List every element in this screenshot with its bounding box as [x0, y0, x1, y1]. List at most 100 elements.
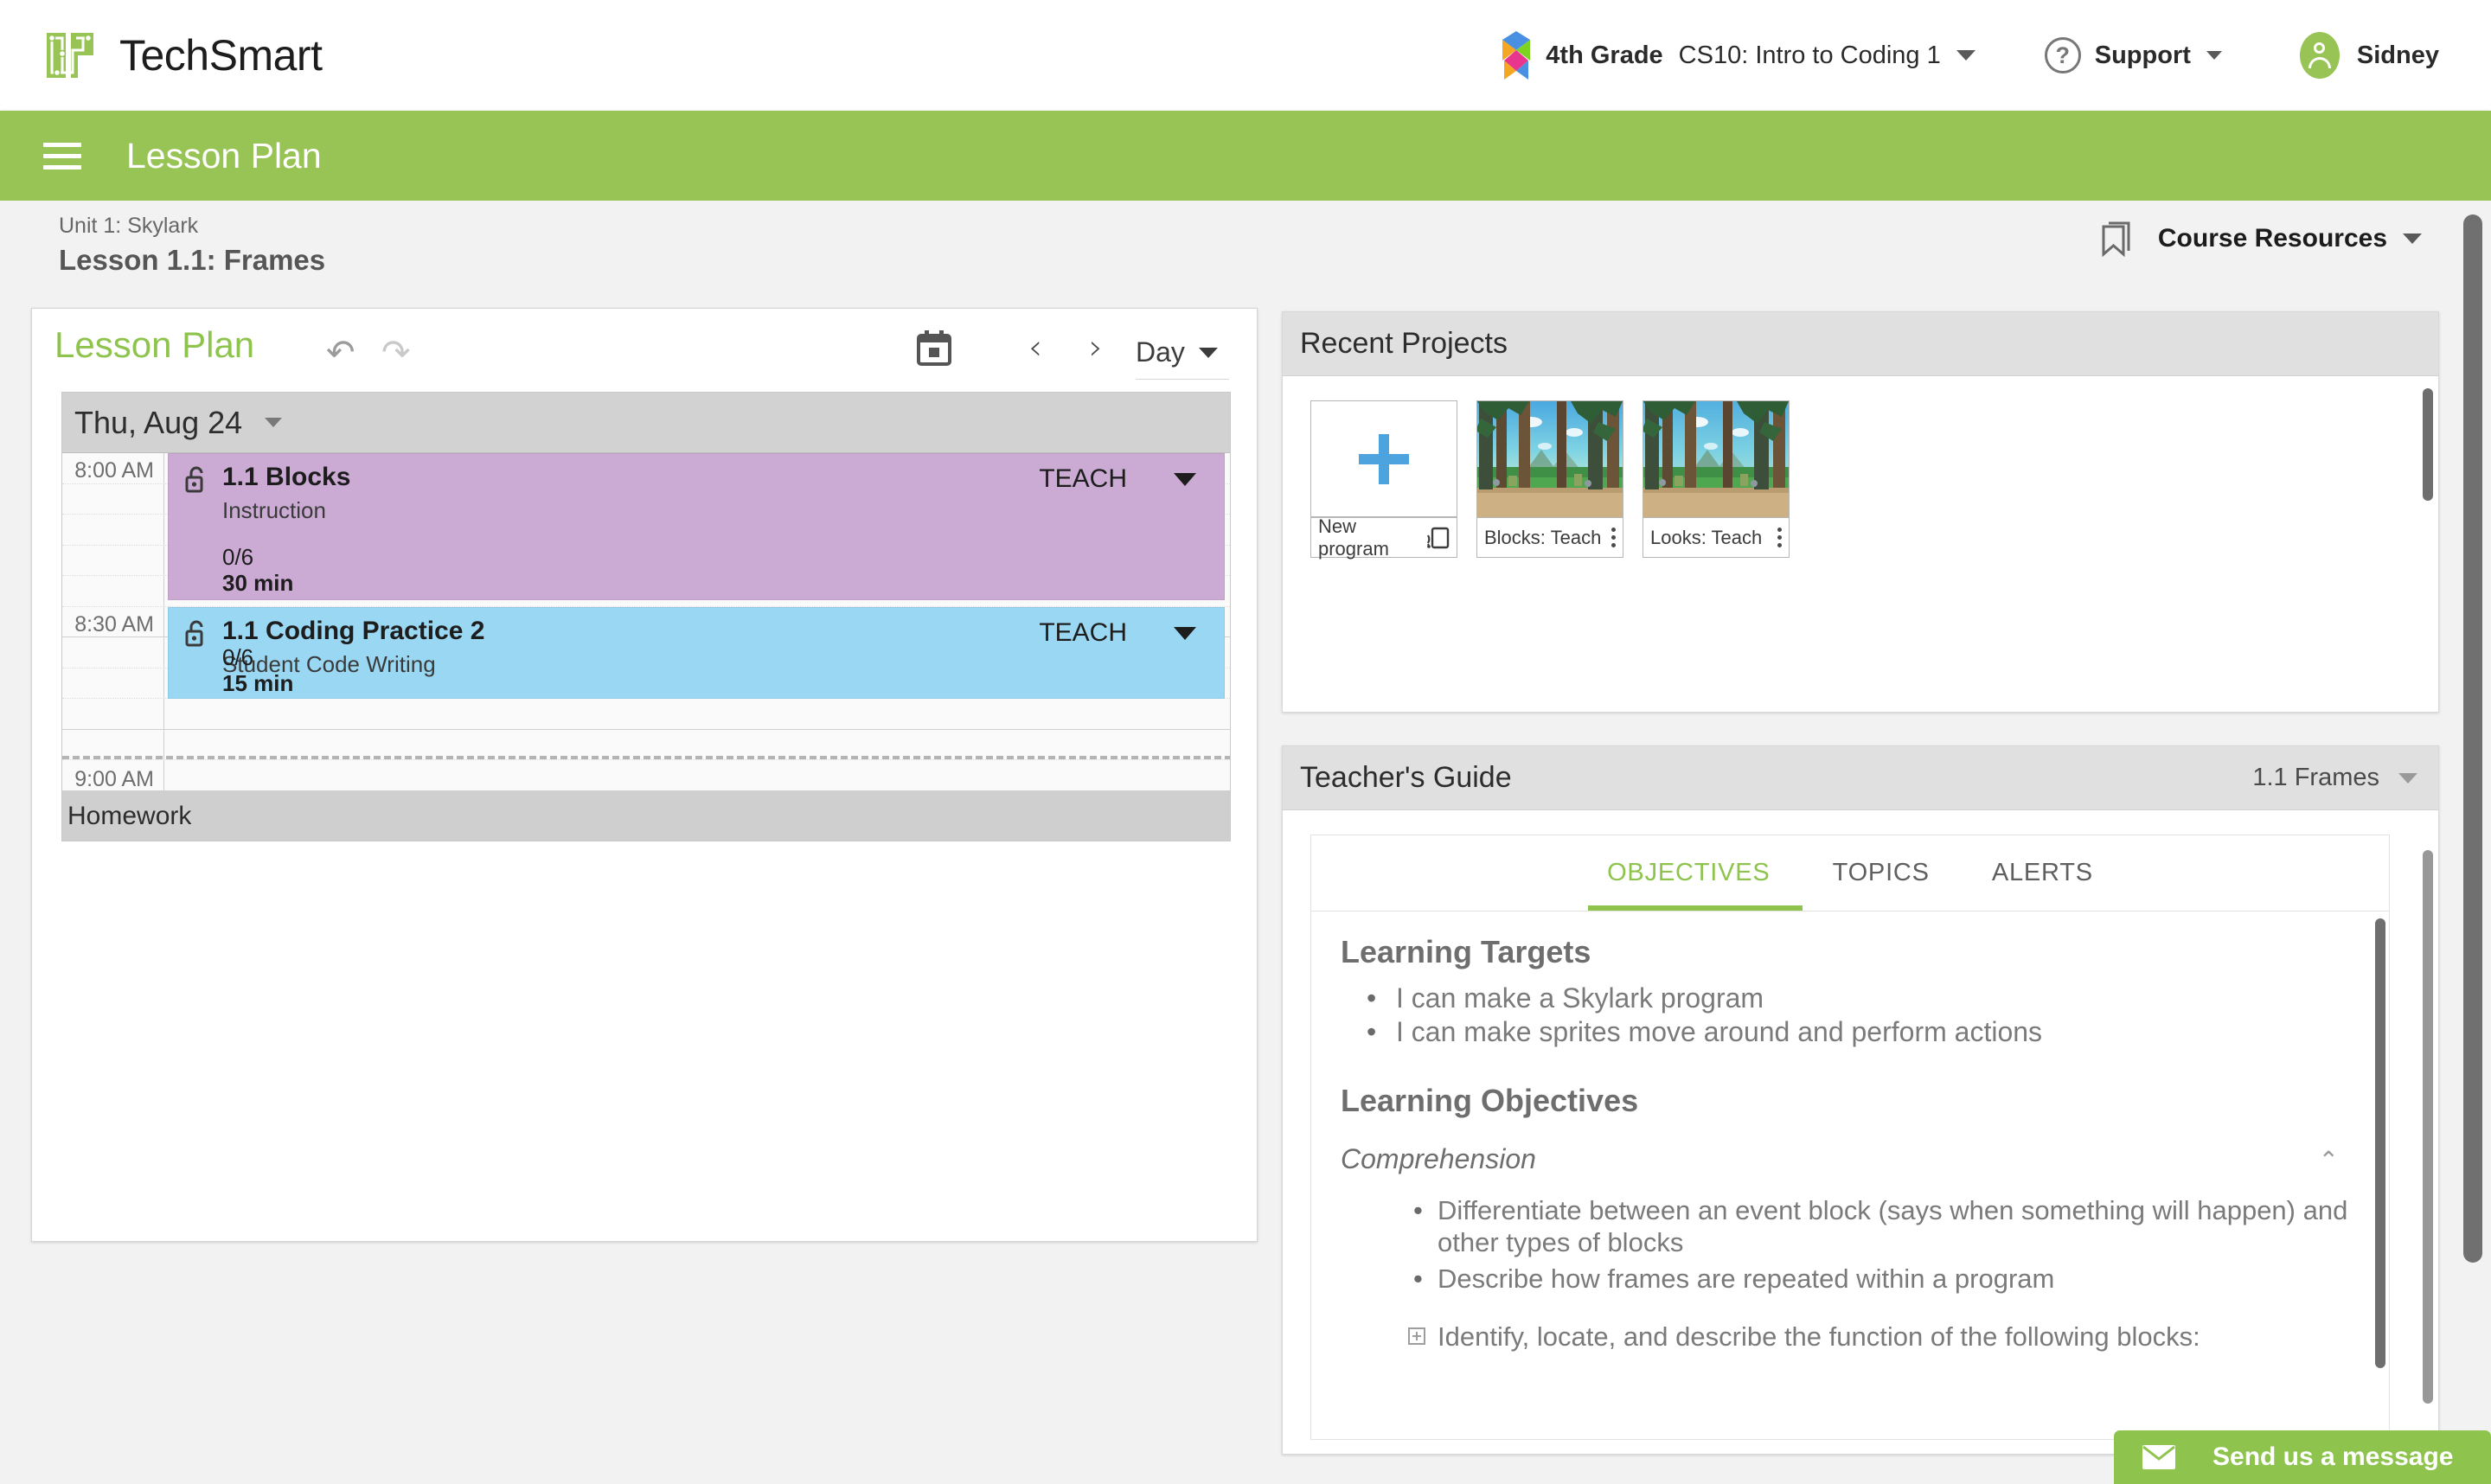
top-bar-right-group: 4th Grade CS10: Intro to Coding 1 ? Supp… [1499, 31, 2439, 80]
dot [1611, 528, 1616, 532]
course-resources-button[interactable]: Course Resources [2099, 220, 2422, 258]
support-label: Support [2094, 41, 2191, 69]
new-program-card[interactable]: New program [1310, 400, 1457, 560]
support-menu[interactable]: ? Support [2044, 37, 2222, 74]
new-program-footer: New program [1311, 515, 1457, 560]
calendar-day-label: Thu, Aug 24 [74, 404, 243, 440]
expand-plus-icon[interactable] [1408, 1327, 1425, 1345]
recent-projects-panel: Recent Projects New program Blocks: Teac… [1282, 311, 2439, 713]
undo-icon[interactable]: ↶ [326, 333, 355, 373]
new-program-thumb [1311, 401, 1457, 517]
view-mode-select[interactable]: Day [1136, 326, 1229, 380]
project-card[interactable]: Blocks: Teach [1476, 400, 1623, 558]
time-slot[interactable] [62, 760, 1230, 791]
help-question-icon: ? [2044, 37, 2081, 74]
objective-group-heading: Comprehension [1341, 1143, 1536, 1175]
event-progress-count: 0/6 [222, 544, 254, 570]
support-chevron-down-icon[interactable] [2206, 51, 2222, 60]
grade-label: 4th Grade [1546, 41, 1663, 69]
project-footer: Blocks: Teach [1477, 517, 1623, 557]
lesson-plan-toolbar: Lesson Plan ↶ ↷ ‹ › Day [32, 309, 1257, 388]
lesson-plan-title: Lesson Plan [54, 324, 255, 365]
calendar-day-header[interactable]: Thu, Aug 24 [62, 393, 1230, 453]
project-more-options-icon[interactable] [1611, 528, 1616, 547]
teachers-guide-inner-scrollbar[interactable] [2375, 918, 2385, 1368]
teachers-guide-panel: Teacher's Guide 1.1 Frames OBJECTIVES TO… [1282, 745, 2439, 1455]
list-item: Differentiate between an event block (sa… [1413, 1194, 2349, 1258]
envelope-icon [2142, 1444, 2176, 1470]
course-label: CS10: Intro to Coding 1 [1678, 41, 1941, 69]
homework-label: Homework [67, 802, 192, 830]
learning-targets-heading: Learning Targets [1341, 934, 1591, 969]
hamburger-line [43, 164, 81, 170]
calendar-day-chevron-down-icon[interactable] [265, 418, 283, 427]
dot [1777, 543, 1782, 547]
event-menu-chevron-down-icon[interactable] [1174, 473, 1196, 486]
hamburger-line [43, 153, 81, 158]
event-subtitle: Instruction [222, 497, 326, 523]
avatar [2299, 32, 2340, 79]
event-progress-count: 0/6 [222, 643, 254, 670]
homework-row[interactable]: Homework [62, 790, 1230, 841]
avatar-head-shape [2314, 42, 2326, 54]
unlock-icon[interactable] [184, 466, 208, 494]
breadcrumb-bar: Unit 1: Skylark Lesson 1.1: Frames Cours… [0, 201, 2491, 303]
time-label: 9:00 AM [74, 767, 154, 791]
project-thumbnail-forest [1477, 401, 1623, 517]
breadcrumb-unit: Unit 1: Skylark [59, 214, 199, 238]
course-resources-chevron-down-icon[interactable] [2403, 233, 2422, 244]
expandable-objective-text: Identify, locate, and describe the funct… [1438, 1321, 2200, 1352]
course-resources-label: Course Resources [2157, 224, 2387, 253]
collapse-chevron-up-icon[interactable]: ⌃ [2319, 1146, 2339, 1174]
project-name: Looks: Teach [1650, 526, 1763, 548]
calendar-icon[interactable] [916, 329, 952, 368]
recent-projects-list: New program Blocks: Teach Looks: Teach [1283, 376, 2438, 560]
next-day-button[interactable]: › [1089, 328, 1103, 368]
avatar-body-shape [2308, 57, 2331, 68]
top-app-bar: TechSmart 4th Grade CS10: Intro to Codin… [0, 0, 2491, 111]
event-action-label[interactable]: TEACH [1039, 618, 1127, 648]
project-name: New program [1318, 515, 1389, 560]
project-more-options-icon[interactable] [1777, 528, 1782, 547]
project-card[interactable]: Looks: Teach [1643, 400, 1790, 558]
page-scrollbar[interactable] [2463, 214, 2482, 1263]
prev-day-button[interactable]: ‹ [1028, 328, 1042, 368]
tab-topics[interactable]: TOPICS [1802, 835, 1961, 912]
time-slot[interactable] [62, 699, 1230, 730]
brand-logo-link[interactable]: TechSmart [43, 29, 323, 81]
learning-targets-list: I can make a Skylark program I can make … [1341, 982, 2349, 1048]
hamburger-menu-icon[interactable] [43, 136, 81, 176]
dot [1611, 535, 1616, 540]
event-title: 1.1 Coding Practice 2 [222, 616, 485, 645]
course-selector[interactable]: 4th Grade CS10: Intro to Coding 1 [1499, 31, 1976, 80]
user-menu[interactable]: Sidney [2299, 32, 2439, 79]
cast-icon[interactable] [1426, 527, 1450, 549]
teachers-guide-chevron-down-icon[interactable] [2398, 772, 2417, 784]
event-duration: 30 min [222, 570, 294, 596]
list-item: Describe how frames are repeated within … [1413, 1263, 2349, 1295]
list-item: Identify, locate, and describe the funct… [1408, 1321, 2349, 1353]
list-item: I can make sprites move around and perfo… [1367, 1016, 2349, 1048]
bookmark-icon [2099, 220, 2136, 258]
redo-icon[interactable]: ↷ [381, 333, 411, 373]
teachers-guide-lesson-selector[interactable]: 1.1 Frames [2252, 764, 2417, 792]
project-name: Blocks: Teach [1484, 526, 1602, 548]
recent-projects-header: Recent Projects [1283, 312, 2438, 376]
now-divider [62, 756, 1230, 759]
learning-objectives-heading: Learning Objectives [1341, 1083, 1639, 1119]
list-item: I can make a Skylark program [1367, 982, 2349, 1014]
tab-alerts[interactable]: ALERTS [1961, 835, 2124, 912]
project-footer: Looks: Teach [1643, 517, 1789, 557]
unlock-icon[interactable] [184, 620, 208, 648]
teachers-guide-outer-scrollbar[interactable] [2423, 850, 2433, 1404]
tab-objectives[interactable]: OBJECTIVES [1576, 835, 1802, 912]
recent-projects-scrollbar[interactable] [2423, 388, 2433, 501]
chat-widget-button[interactable]: Send us a message [2114, 1430, 2491, 1484]
course-chevron-down-icon[interactable] [1956, 50, 1976, 61]
calendar-event[interactable]: 1.1 Coding Practice 2 Student Code Writi… [168, 606, 1225, 699]
event-action-label[interactable]: TEACH [1039, 464, 1127, 494]
recent-projects-title: Recent Projects [1300, 327, 1508, 360]
view-mode-chevron-down-icon[interactable] [1198, 347, 1218, 358]
calendar-event[interactable]: 1.1 Blocks Instruction TEACH 0/6 30 min [168, 453, 1225, 600]
event-menu-chevron-down-icon[interactable] [1174, 626, 1196, 640]
